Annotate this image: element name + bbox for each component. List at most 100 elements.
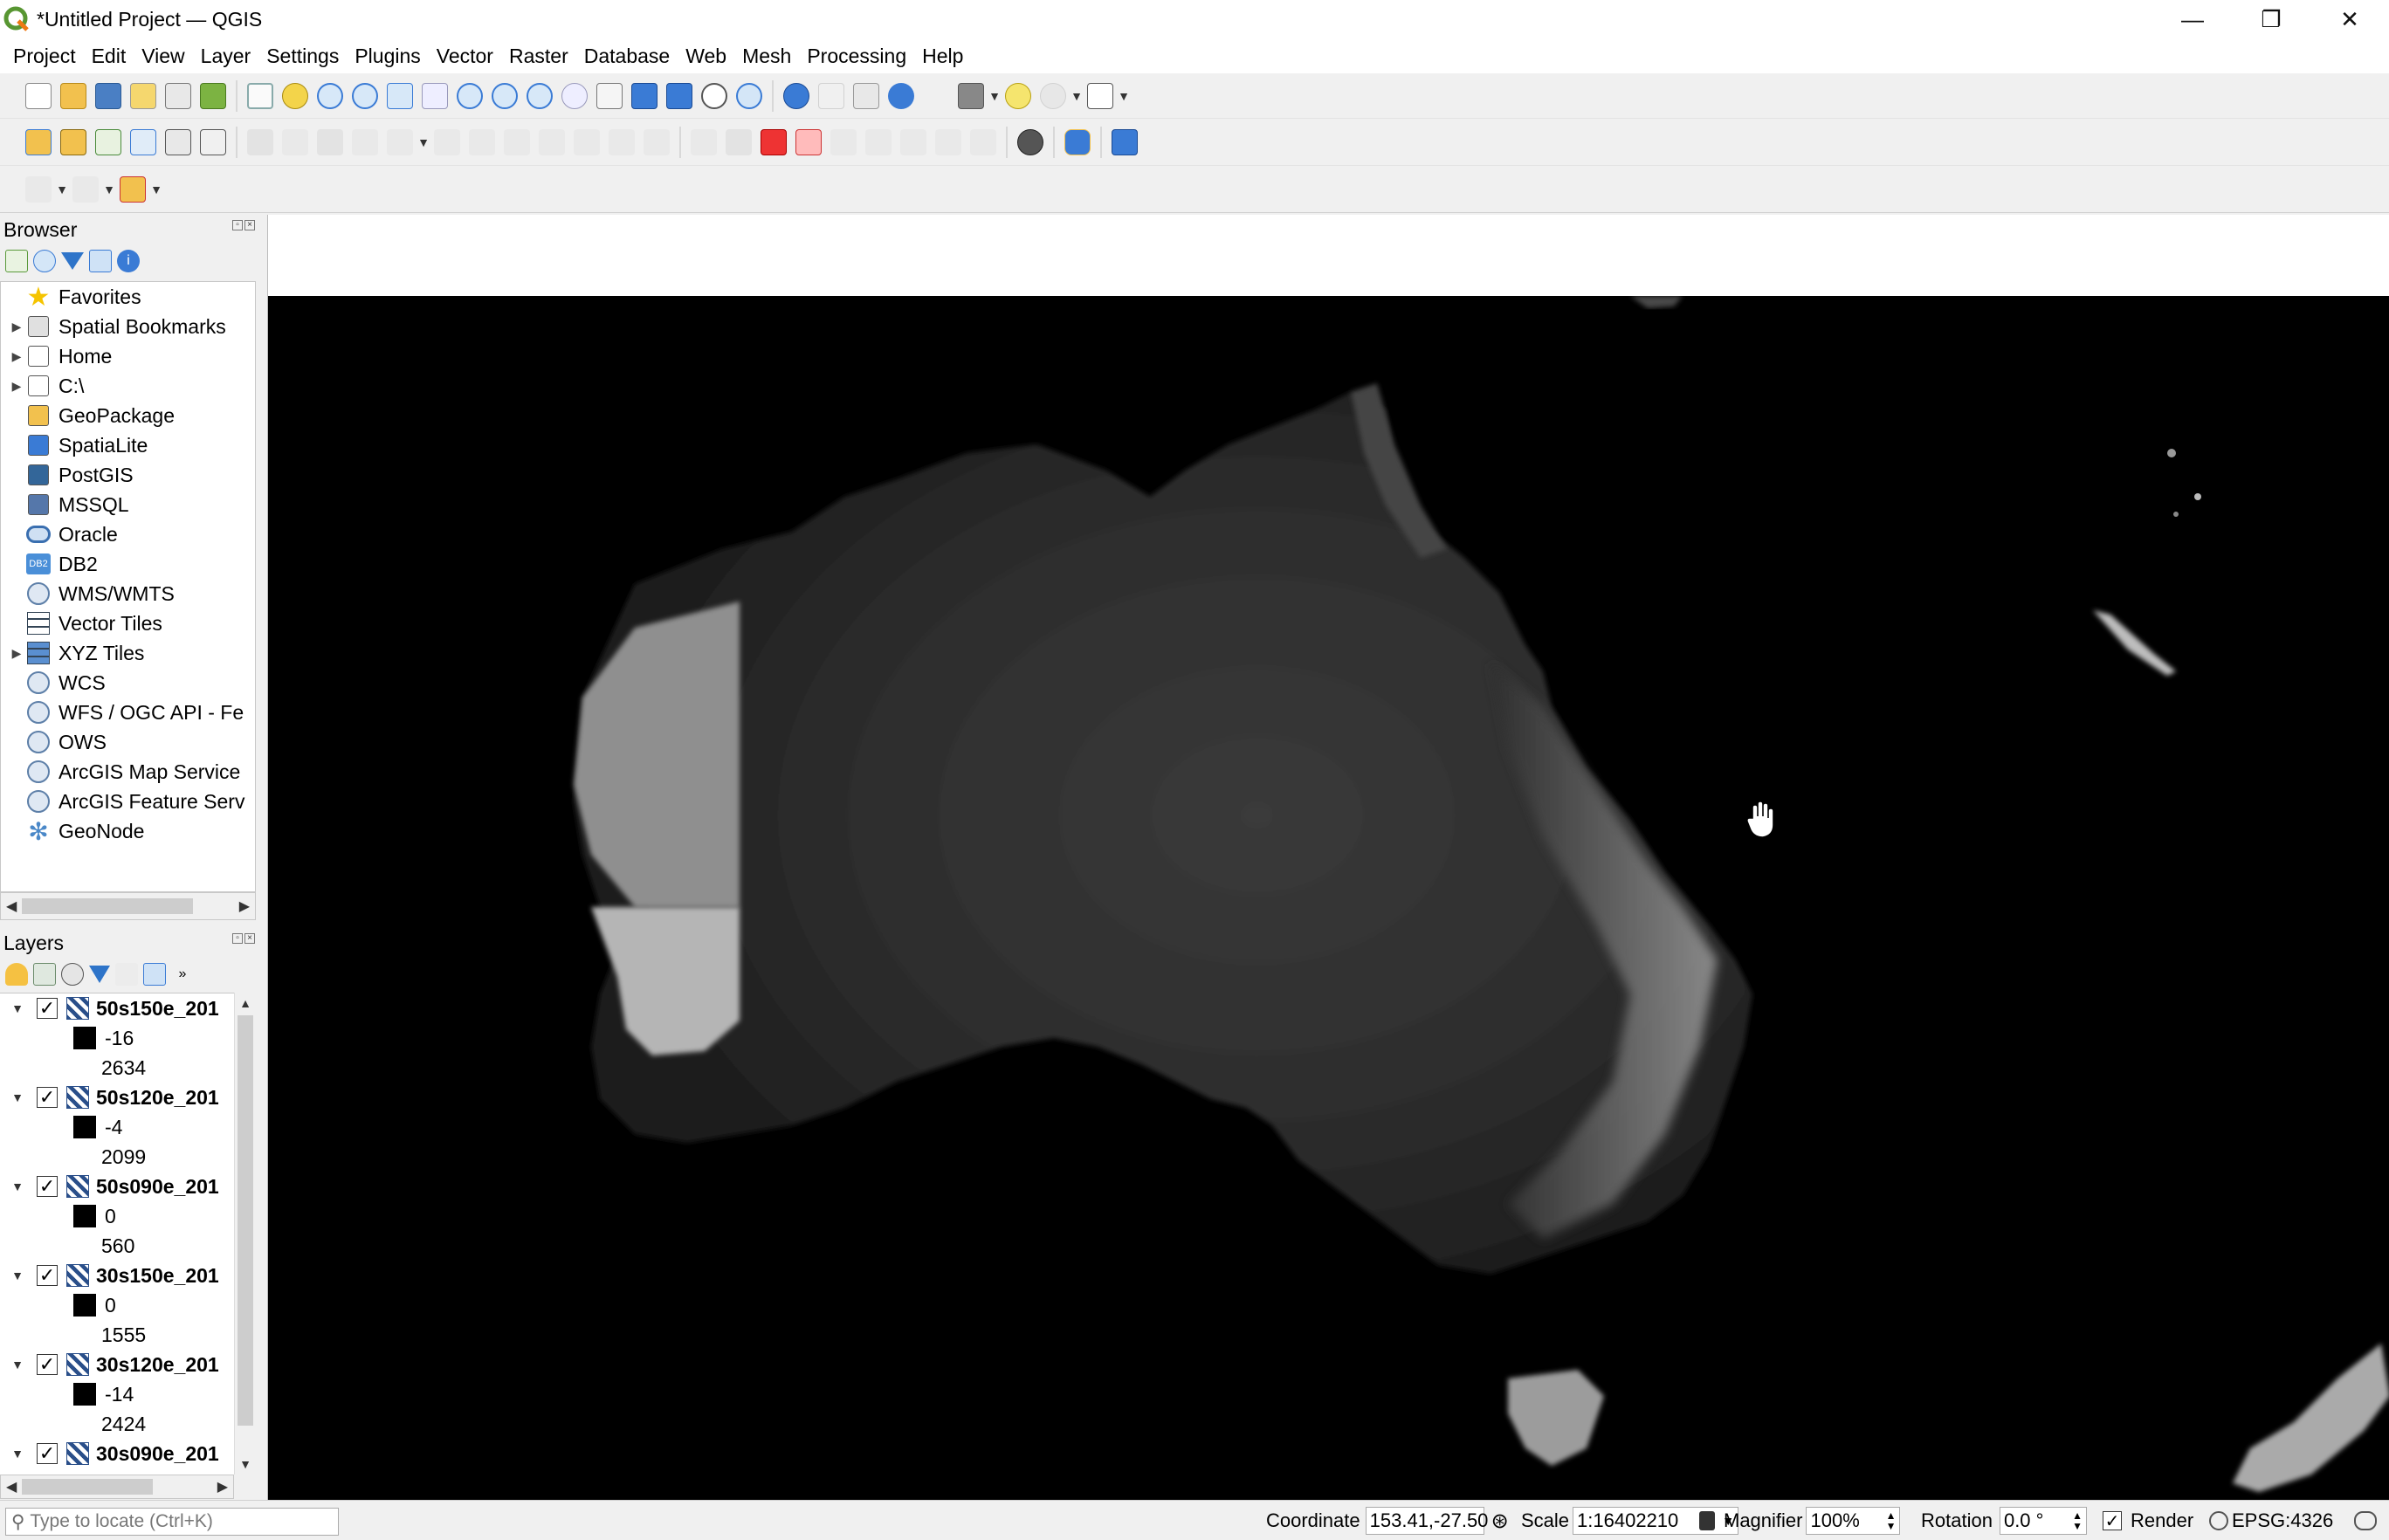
filter-legend-icon[interactable] xyxy=(89,966,110,983)
filter-by-expression-icon[interactable] xyxy=(115,963,138,986)
browser-item-c[interactable]: ▶ C:\ xyxy=(1,371,255,401)
menu-database[interactable]: Database xyxy=(576,38,678,73)
browser-item-postgis[interactable]: PostGIS xyxy=(1,460,255,490)
browser-item-wms-wmts[interactable]: WMS/WMTS xyxy=(1,579,255,608)
browser-item-xyz-tiles[interactable]: ▶ XYZ Tiles xyxy=(1,638,255,668)
delete-selected-icon[interactable] xyxy=(465,125,499,160)
menu-view[interactable]: View xyxy=(134,38,192,73)
expand-arrow-icon[interactable]: ▶ xyxy=(8,312,25,341)
layers-close-button[interactable]: × xyxy=(244,933,255,944)
paste-features-icon[interactable] xyxy=(569,125,604,160)
browser-item-ows[interactable]: OWS xyxy=(1,727,255,757)
layout-manager-icon[interactable] xyxy=(161,79,196,113)
undo-icon[interactable] xyxy=(604,125,639,160)
toggle-extents-icon[interactable]: ⊛ xyxy=(1491,1509,1509,1534)
collapse-arrow-icon[interactable]: ▼ xyxy=(10,1001,24,1015)
pan-map-icon[interactable] xyxy=(243,79,278,113)
digitize-icon[interactable] xyxy=(348,125,382,160)
collapse-arrow-icon[interactable]: ▼ xyxy=(10,1268,24,1282)
layers-float-button[interactable]: ▫ xyxy=(232,933,243,944)
text-annotation-icon[interactable] xyxy=(1083,79,1118,113)
new-map-view-icon[interactable] xyxy=(592,79,627,113)
zoom-out-icon[interactable] xyxy=(348,79,382,113)
browser-close-button[interactable]: × xyxy=(244,220,255,230)
coordinate-field[interactable]: 153.41,-27.50 xyxy=(1365,1507,1488,1535)
browser-item-oracle[interactable]: Oracle xyxy=(1,519,255,549)
style-manager-icon[interactable] xyxy=(196,79,231,113)
layers-scroll-thumb[interactable] xyxy=(238,1015,253,1426)
vertex-tool-icon[interactable] xyxy=(382,125,417,160)
crs-label[interactable]: EPSG:4326 xyxy=(2232,1509,2333,1532)
collapse-arrow-icon[interactable]: ▼ xyxy=(10,1179,24,1193)
dropdown-arrow-icon[interactable]: ▼ xyxy=(103,172,115,207)
browser-scroll-thumb[interactable] xyxy=(22,898,193,914)
new-project-icon[interactable] xyxy=(21,79,56,113)
browser-float-button[interactable]: ▫ xyxy=(232,220,243,230)
browser-item-home[interactable]: ▶ Home xyxy=(1,341,255,371)
collapse-arrow-icon[interactable]: ▼ xyxy=(10,1090,24,1104)
temporal-controller-icon[interactable] xyxy=(697,79,732,113)
save-project-icon[interactable] xyxy=(91,79,126,113)
expand-arrow-icon[interactable]: ▶ xyxy=(8,371,25,401)
more-tools-icon[interactable]: » xyxy=(171,963,194,986)
scroll-left-icon[interactable]: ◀ xyxy=(6,897,17,915)
zoom-next-icon[interactable] xyxy=(557,79,592,113)
menu-project[interactable]: Project xyxy=(5,38,84,73)
layer-row[interactable]: ▼ ✓ 30s120e_201 xyxy=(0,1350,234,1379)
layers-tree[interactable]: ▼ ✓ 50s150e_201 -16 2634 ▼ ✓ 50s120e_201 -4 2099 ▼… xyxy=(0,993,234,1475)
layer-styling-icon[interactable] xyxy=(5,963,28,986)
close-button[interactable]: ✕ xyxy=(2310,0,2389,38)
scroll-up-icon[interactable]: ▲ xyxy=(235,993,256,1014)
render-checkbox[interactable]: ✓ xyxy=(2103,1511,2122,1531)
layer-visibility-checkbox[interactable]: ✓ xyxy=(37,1175,58,1197)
pan-to-selection-icon[interactable] xyxy=(278,79,313,113)
open-field-calculator-icon[interactable] xyxy=(849,79,884,113)
menu-settings[interactable]: Settings xyxy=(258,38,347,73)
zoom-native-resolution-icon[interactable] xyxy=(487,79,522,113)
refresh-icon[interactable] xyxy=(33,250,56,272)
menu-vector[interactable]: Vector xyxy=(429,38,501,73)
zoom-last-icon[interactable] xyxy=(522,79,557,113)
select-features-icon[interactable] xyxy=(21,172,56,207)
magnifier-spin-icon[interactable]: ▲ ▼ xyxy=(1886,1510,1897,1531)
dropdown-arrow-icon[interactable]: ▼ xyxy=(1071,79,1083,113)
zoom-full-icon[interactable] xyxy=(382,79,417,113)
zoom-to-selection-icon[interactable] xyxy=(417,79,452,113)
scroll-right-icon[interactable]: ▶ xyxy=(239,897,250,915)
messages-icon[interactable] xyxy=(2354,1511,2377,1530)
rotation-spin-icon[interactable]: ▲ ▼ xyxy=(2072,1510,2083,1531)
expand-all-icon[interactable] xyxy=(143,963,166,986)
move-label-icon[interactable] xyxy=(896,125,931,160)
help-icon[interactable] xyxy=(1107,125,1142,160)
menu-help[interactable]: Help xyxy=(914,38,971,73)
restore-button[interactable]: ❐ xyxy=(2232,0,2310,38)
label-highlight-icon[interactable] xyxy=(756,125,791,160)
open-attribute-table-icon[interactable] xyxy=(814,79,849,113)
unplaced-labels-icon[interactable] xyxy=(791,125,826,160)
open-project-icon[interactable] xyxy=(56,79,91,113)
map-canvas[interactable] xyxy=(268,296,2389,1500)
show-bookmarks-icon[interactable] xyxy=(662,79,697,113)
browser-item-db2[interactable]: DB2 DB2 xyxy=(1,549,255,579)
toolbox-gear-icon[interactable] xyxy=(884,79,919,113)
magnifier-spinbox[interactable]: 100% ▲ ▼ xyxy=(1806,1507,1901,1535)
measure-line-icon[interactable] xyxy=(954,79,988,113)
dropdown-arrow-icon[interactable]: ▼ xyxy=(56,172,68,207)
filter-icon[interactable] xyxy=(61,252,84,270)
layer-visibility-checkbox[interactable]: ✓ xyxy=(37,1264,58,1286)
zoom-in-icon[interactable] xyxy=(313,79,348,113)
layer-visibility-checkbox[interactable]: ✓ xyxy=(37,997,58,1019)
minimize-button[interactable]: — xyxy=(2153,0,2232,38)
map-canvas-area[interactable] xyxy=(267,215,2389,1500)
new-shapefile-layer-icon[interactable] xyxy=(91,125,126,160)
browser-item-geonode[interactable]: ✻ GeoNode xyxy=(1,816,255,846)
refresh-map-icon[interactable] xyxy=(732,79,767,113)
add-group-icon[interactable] xyxy=(33,963,56,986)
browser-item-vector-tiles[interactable]: Vector Tiles xyxy=(1,608,255,638)
add-selected-layers-icon[interactable] xyxy=(5,250,28,272)
browser-horizontal-scrollbar[interactable]: ◀ ▶ xyxy=(0,892,256,920)
statistical-summary-icon[interactable] xyxy=(919,79,954,113)
browser-item-wfs-ogc-api-fe[interactable]: WFS / OGC API - Fe xyxy=(1,698,255,727)
select-by-value-icon[interactable] xyxy=(68,172,103,207)
layers-vertical-scrollbar[interactable]: ▲ ▼ xyxy=(234,993,255,1475)
